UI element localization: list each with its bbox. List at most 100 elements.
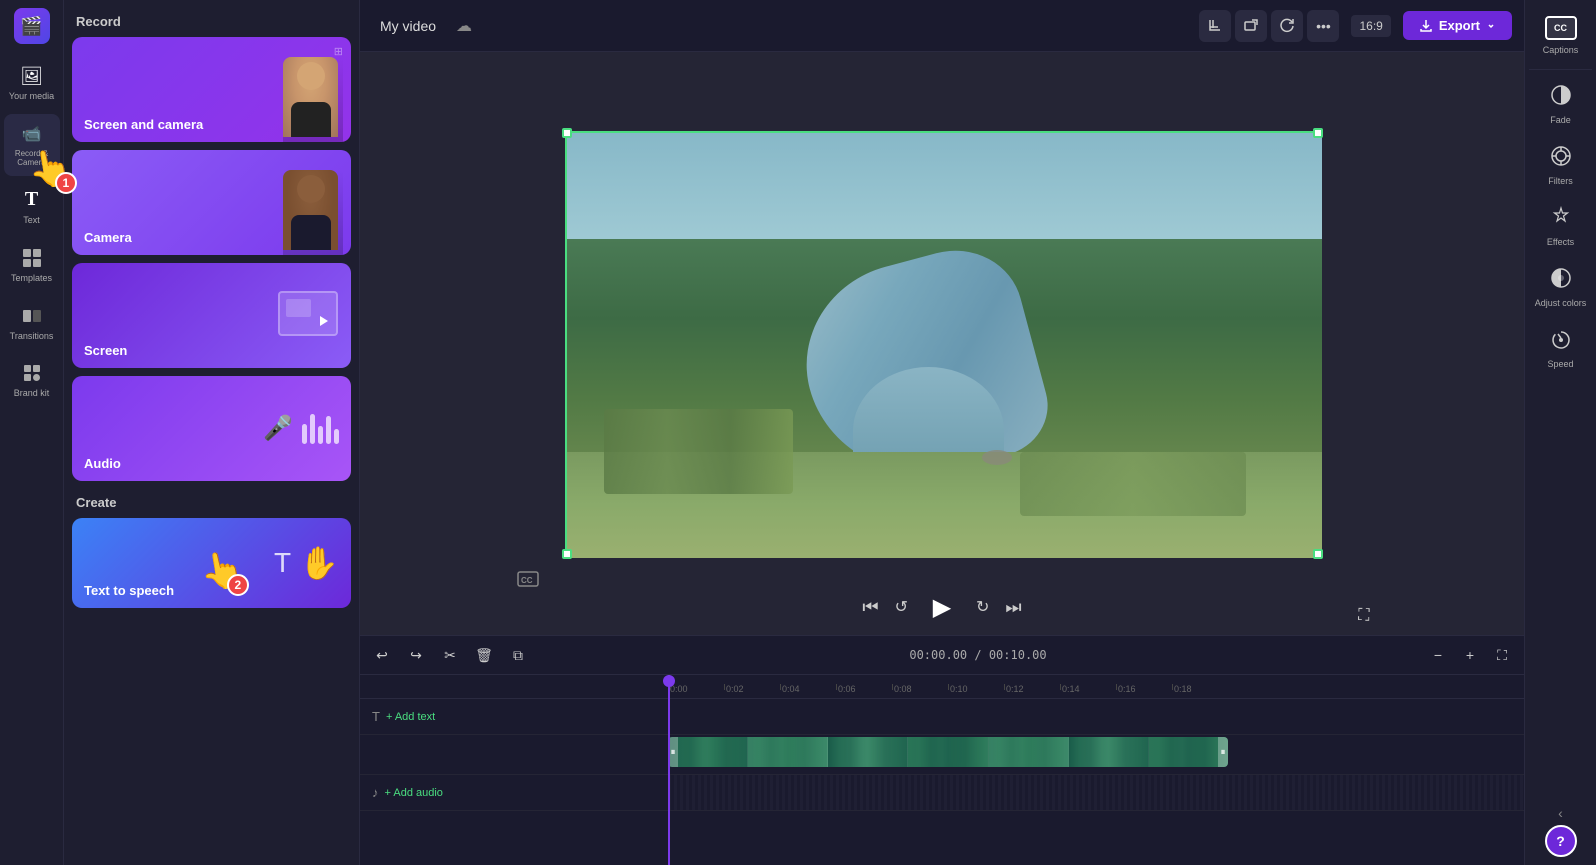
sidebar-item-record[interactable]: 📹 Record &Camera bbox=[4, 114, 60, 176]
text-icon: T bbox=[20, 188, 44, 212]
rotate-tool-button[interactable] bbox=[1271, 10, 1303, 42]
more-options-button[interactable]: ••• bbox=[1307, 10, 1339, 42]
add-audio-button[interactable]: + Add audio bbox=[385, 787, 443, 799]
right-tool-adjust-colors[interactable]: Adjust colors bbox=[1531, 259, 1591, 316]
sidebar-item-brand-kit[interactable]: Brand kit bbox=[4, 353, 60, 407]
aspect-ratio-badge: 16:9 bbox=[1351, 15, 1390, 37]
zoom-controls: − + ⛶ bbox=[1424, 641, 1516, 669]
screen-illustration bbox=[278, 291, 343, 341]
crop-tool-button[interactable] bbox=[1199, 10, 1231, 42]
handle-top-right[interactable] bbox=[1313, 128, 1323, 138]
fade-label: Fade bbox=[1550, 115, 1571, 125]
ruler-mark-4: 0:08 bbox=[892, 684, 948, 694]
sidebar-item-label-text: Text bbox=[23, 215, 40, 226]
video-clip[interactable]: ⏸ ⏸ bbox=[668, 737, 1228, 767]
screen-label: Screen bbox=[84, 343, 127, 358]
audio-card[interactable]: Audio 🎤 bbox=[72, 376, 351, 481]
sidebar-item-transitions[interactable]: Transitions bbox=[4, 296, 60, 350]
video-canvas-container bbox=[565, 131, 1320, 556]
fullscreen-button[interactable]: ⛶ bbox=[1358, 607, 1369, 625]
right-tool-captions[interactable]: CC Captions bbox=[1531, 8, 1591, 63]
caption-toggle-area: CC bbox=[517, 571, 539, 587]
top-bar: My video ☁ bbox=[360, 0, 1524, 52]
fast-forward-button[interactable]: ↻ bbox=[976, 597, 989, 617]
audio-track-icon: ♪ bbox=[372, 785, 379, 800]
sidebar-item-templates[interactable]: Templates bbox=[4, 238, 60, 292]
handle-bottom-left[interactable] bbox=[562, 549, 572, 559]
record-panel: Record Screen and camera ⊞ Camera bbox=[64, 0, 360, 865]
sidebar-item-label-brand-kit: Brand kit bbox=[14, 388, 50, 399]
right-tool-fade[interactable]: Fade bbox=[1531, 76, 1591, 133]
svg-text:CC: CC bbox=[521, 576, 533, 585]
add-text-button[interactable]: + Add text bbox=[386, 711, 435, 723]
sidebar-item-your-media[interactable]: 🖼 Your media bbox=[4, 56, 60, 110]
screen-card[interactable]: Screen bbox=[72, 263, 351, 368]
text-track-label: T + Add text bbox=[360, 709, 668, 724]
right-tool-speed[interactable]: Speed bbox=[1531, 320, 1591, 377]
transitions-icon bbox=[20, 304, 44, 328]
undo-button[interactable]: ↩ bbox=[368, 641, 396, 669]
text-track-icon: T bbox=[372, 709, 380, 724]
help-button[interactable]: ? bbox=[1545, 825, 1577, 857]
skip-back-button[interactable]: ⏮ bbox=[862, 597, 878, 618]
captions-label: Captions bbox=[1543, 45, 1579, 55]
project-name[interactable]: My video bbox=[372, 14, 444, 38]
captions-toggle-button[interactable]: CC bbox=[517, 571, 539, 587]
main-area: My video ☁ bbox=[360, 0, 1524, 865]
clip-right-handle[interactable]: ⏸ bbox=[1218, 737, 1228, 767]
resize-tool-button[interactable] bbox=[1235, 10, 1267, 42]
timeline-toolbar: ↩ ↪ ✂ 🗑 ⧉ 00:00.00 / 00:10.00 − + ⛶ bbox=[360, 635, 1524, 675]
app-logo: 🎬 bbox=[14, 8, 50, 44]
export-button[interactable]: Export bbox=[1403, 11, 1512, 40]
video-track: ⏸ ⏸ bbox=[360, 735, 1524, 775]
templates-icon bbox=[20, 246, 44, 270]
camera-label: Camera bbox=[84, 230, 132, 245]
brand-kit-icon bbox=[20, 361, 44, 385]
section-title-record: Record bbox=[72, 8, 351, 37]
fit-timeline-button[interactable]: ⛶ bbox=[1488, 641, 1516, 669]
copy-button[interactable]: ⧉ bbox=[504, 641, 532, 669]
record-icon: 📹 bbox=[20, 122, 44, 146]
right-sidebar: CC Captions Fade bbox=[1524, 0, 1596, 865]
rewind-button[interactable]: ↺ bbox=[895, 597, 908, 617]
ruler-mark-0: 0:00 bbox=[668, 684, 724, 694]
avatar-decoration bbox=[283, 57, 343, 142]
collapse-sidebar-button[interactable]: ‹ bbox=[1558, 805, 1563, 821]
audio-track: ♪ + Add audio bbox=[360, 775, 1524, 811]
captions-icon: CC bbox=[1545, 16, 1577, 40]
timeline-ruler: 0:00 0:02 0:04 0:06 0:08 0:10 0:12 0:14 … bbox=[360, 675, 1524, 699]
zoom-out-button[interactable]: − bbox=[1424, 641, 1452, 669]
handle-bottom-right[interactable] bbox=[1313, 549, 1323, 559]
icon-sidebar: 🎬 🖼 Your media 📹 Record &Camera T Text T bbox=[0, 0, 64, 865]
adjust-colors-label: Adjust colors bbox=[1535, 298, 1587, 308]
filters-icon bbox=[1550, 145, 1572, 173]
text-track: T + Add text bbox=[360, 699, 1524, 735]
timeline-area: ↩ ↪ ✂ 🗑 ⧉ 00:00.00 / 00:10.00 − + ⛶ bbox=[360, 635, 1524, 865]
right-tool-effects[interactable]: Effects bbox=[1531, 198, 1591, 255]
screen-camera-card[interactable]: Screen and camera ⊞ bbox=[72, 37, 351, 142]
zoom-in-button[interactable]: + bbox=[1456, 641, 1484, 669]
video-canvas[interactable] bbox=[565, 131, 1320, 556]
skip-forward-button[interactable]: ⏭ bbox=[1005, 597, 1021, 618]
camera-card[interactable]: Camera bbox=[72, 150, 351, 255]
top-bar-tools: ••• bbox=[1199, 10, 1339, 42]
tts-label: Text to speech bbox=[84, 583, 174, 598]
redo-button[interactable]: ↪ bbox=[402, 641, 430, 669]
cut-button[interactable]: ✂ bbox=[436, 641, 464, 669]
audio-track-area[interactable] bbox=[668, 775, 1524, 810]
handle-top-left[interactable] bbox=[562, 128, 572, 138]
sidebar-item-text[interactable]: T Text bbox=[4, 180, 60, 234]
text-track-area[interactable] bbox=[668, 699, 1524, 734]
video-track-area: ⏸ ⏸ bbox=[668, 735, 1524, 774]
right-tool-filters[interactable]: Filters bbox=[1531, 137, 1591, 194]
timeline-time-display: 00:00.00 / 00:10.00 bbox=[909, 648, 1046, 662]
timeline-content: 0:00 0:02 0:04 0:06 0:08 0:10 0:12 0:14 … bbox=[360, 675, 1524, 865]
play-button[interactable]: ▶ bbox=[924, 589, 960, 625]
audio-illustration: 🎤 bbox=[263, 414, 339, 444]
playhead-head bbox=[663, 675, 675, 687]
delete-button[interactable]: 🗑 bbox=[470, 641, 498, 669]
tts-card[interactable]: Text to speech T ✋ bbox=[72, 518, 351, 608]
playhead[interactable] bbox=[668, 675, 670, 865]
ruler-mark-5: 0:10 bbox=[948, 684, 1004, 694]
audio-label: Audio bbox=[84, 456, 121, 471]
